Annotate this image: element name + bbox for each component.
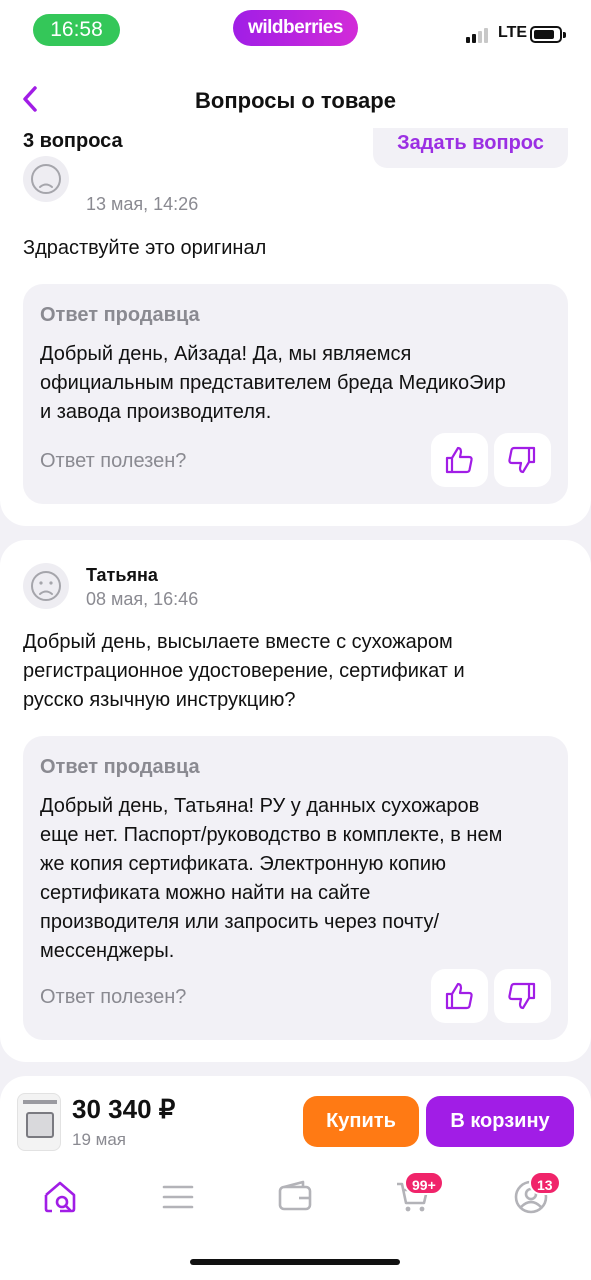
brand-logo: wildberries [233, 10, 358, 46]
thumbs-down-icon [508, 446, 536, 474]
dislike-button[interactable] [494, 969, 551, 1023]
question-line: Добрый день, высылаете вместе с сухожаро… [23, 631, 453, 653]
tab-profile[interactable]: 13 [509, 1171, 561, 1219]
buy-button[interactable]: Купить [303, 1096, 419, 1147]
like-button[interactable] [431, 969, 488, 1023]
answer-label: Ответ продавца [40, 304, 200, 326]
answer-line: мессенджеры. [40, 940, 175, 962]
question-text: Добрый день, высылаете вместе с сухожаро… [23, 628, 573, 715]
useful-label: Ответ полезен? [40, 986, 187, 1008]
answer-line: официальным представителем бреда МедикоЭ… [40, 372, 506, 394]
question-date: 13 мая, 14:26 [86, 194, 199, 214]
avatar [23, 563, 69, 609]
useful-label: Ответ полезен? [40, 450, 187, 472]
question-text: Здраствуйте это оригинал [23, 237, 267, 259]
product-price: 30 340 ₽ [72, 1094, 176, 1124]
thumbs-up-icon [445, 982, 473, 1010]
thumbs-down-icon [508, 982, 536, 1010]
avatar-placeholder-icon [31, 164, 61, 194]
catalog-menu-icon [162, 1185, 194, 1209]
thumbs-up-icon [445, 446, 473, 474]
tab-wallet[interactable] [273, 1175, 317, 1219]
avatar-placeholder-icon [31, 571, 61, 601]
question-card: 13 мая, 14:26 Здраствуйте это оригинал О… [0, 156, 591, 526]
signal-icon [466, 28, 488, 43]
answer-line: производителя или запросить через почту/ [40, 911, 439, 933]
wallet-icon [278, 1180, 312, 1211]
question-count: 3 вопроса [23, 130, 123, 152]
answer-text: Добрый день, Татьяна! РУ у данных сухожа… [40, 792, 555, 966]
profile-badge: 13 [529, 1171, 561, 1195]
ask-question-button[interactable]: Задать вопрос [373, 128, 568, 168]
page-title: Вопросы о товаре [195, 88, 396, 113]
answer-line: сертификата можно найти на сайте [40, 882, 371, 904]
home-indicator [190, 1259, 400, 1265]
question-card: Татьяна 08 мая, 16:46 Добрый день, высыл… [0, 540, 591, 1062]
question-date: 08 мая, 16:46 [86, 589, 199, 609]
question-line: русско язычную инструкцию? [23, 689, 296, 711]
tab-catalog[interactable] [156, 1175, 200, 1219]
answer-line: и завода производителя. [40, 401, 272, 423]
question-author: Татьяна [86, 565, 158, 585]
seller-answer: Ответ продавца Добрый день, Айзада! Да, … [23, 284, 568, 504]
cart-badge: 99+ [404, 1171, 444, 1195]
answer-text: Добрый день, Айзада! Да, мы являемся офи… [40, 340, 555, 427]
network-type: LTE [498, 24, 528, 41]
question-line: регистрационное удостоверение, сертифика… [23, 660, 465, 682]
answer-line: же копия сертификата. Электронную копию [40, 853, 446, 875]
battery-icon [530, 26, 566, 43]
tab-home[interactable] [38, 1175, 82, 1219]
answer-label: Ответ продавца [40, 756, 200, 778]
tab-cart[interactable]: 99+ [391, 1171, 444, 1219]
answer-line: Добрый день, Татьяна! РУ у данных сухожа… [40, 795, 480, 817]
status-bar: 16:58 wildberries LTE [0, 0, 591, 62]
status-time: 16:58 [33, 14, 120, 46]
avatar [23, 156, 69, 202]
like-button[interactable] [431, 433, 488, 487]
answer-line: Добрый день, Айзада! Да, мы являемся [40, 343, 412, 365]
dislike-button[interactable] [494, 433, 551, 487]
delivery-date: 19 мая [72, 1130, 126, 1149]
product-thumbnail[interactable] [17, 1093, 61, 1151]
add-to-cart-button[interactable]: В корзину [426, 1096, 574, 1147]
home-search-icon [44, 1181, 76, 1213]
answer-line: еще нет. Паспорт/руководство в комплекте… [40, 824, 503, 846]
seller-answer: Ответ продавца Добрый день, Татьяна! РУ … [23, 736, 568, 1040]
